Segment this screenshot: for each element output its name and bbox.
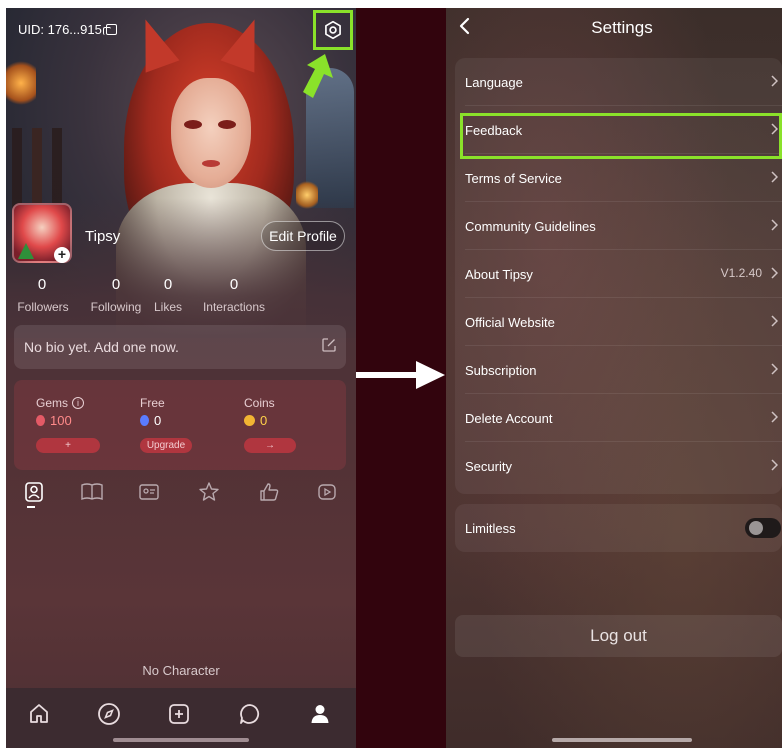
stat-label: Followers: [17, 300, 69, 314]
settings-item-label: Community Guidelines: [465, 218, 596, 234]
bio-placeholder: No bio yet. Add one now.: [24, 339, 179, 355]
feedback-highlight-box: [460, 113, 782, 159]
free-column: Free 0: [140, 396, 165, 428]
person-icon[interactable]: [24, 482, 44, 502]
home-indicator: [552, 738, 692, 742]
id-card-icon[interactable]: [139, 482, 159, 502]
settings-item-official-website[interactable]: Official Website: [455, 298, 782, 346]
add-avatar-icon[interactable]: +: [54, 247, 70, 263]
edit-profile-button[interactable]: Edit Profile: [261, 221, 345, 251]
version-text: V1.2.40: [720, 266, 762, 280]
settings-item-label: Terms of Service: [465, 170, 562, 186]
compass-icon[interactable]: [97, 702, 121, 726]
empty-state-text: No Character: [142, 663, 220, 678]
stat-label: Following: [90, 300, 142, 314]
coins-column: Coins 0: [244, 396, 275, 428]
settings-header: Settings: [446, 8, 782, 48]
chevron-right-icon: [771, 315, 778, 327]
settings-item-security[interactable]: Security: [455, 442, 782, 490]
chevron-right-icon: [771, 411, 778, 423]
settings-item-subscription[interactable]: Subscription: [455, 346, 782, 394]
chevron-right-icon: [771, 267, 778, 279]
settings-gear-button[interactable]: [313, 10, 353, 50]
wallet-card: Gems i 100 + Free 0 Upgrade Coins 0 →: [14, 380, 346, 470]
settings-item-delete-account[interactable]: Delete Account: [455, 394, 782, 442]
free-value: 0: [154, 413, 162, 428]
profile-tabs: [6, 482, 356, 512]
info-icon[interactable]: i: [72, 397, 85, 409]
uid-row[interactable]: UID: 176...915: [18, 22, 117, 37]
stat-label: Likes: [153, 300, 182, 314]
chevron-right-icon: [771, 459, 778, 471]
limitless-label: Limitless: [465, 520, 516, 536]
coins-label: Coins: [244, 396, 275, 410]
settings-item-label: About Tipsy: [465, 266, 533, 282]
settings-item-label: Security: [465, 458, 512, 474]
star-hand-icon[interactable]: [199, 482, 219, 502]
chevron-right-icon: [771, 75, 778, 87]
buy-gems-button[interactable]: +: [36, 438, 100, 453]
upgrade-button[interactable]: Upgrade: [140, 438, 192, 453]
edit-icon[interactable]: [322, 338, 336, 352]
settings-item-label: Subscription: [465, 362, 537, 378]
settings-item-label: Official Website: [465, 314, 555, 330]
settings-item-terms-of-service[interactable]: Terms of Service: [455, 154, 782, 202]
chat-icon[interactable]: [238, 702, 262, 726]
gems-value: 100: [50, 413, 72, 428]
book-icon[interactable]: [81, 482, 103, 502]
settings-item-label: Language: [465, 74, 523, 90]
home-icon[interactable]: [27, 702, 51, 726]
thumbs-up-icon[interactable]: [259, 482, 279, 502]
gear-icon: [325, 20, 341, 40]
settings-screen: Settings Language Feedback Terms of Serv…: [446, 8, 782, 748]
transition-arrow-icon: [356, 361, 445, 389]
gems-column: Gems i 100: [36, 396, 85, 428]
settings-item-community-guidelines[interactable]: Community Guidelines: [455, 202, 782, 250]
stat-label: Interactions: [202, 300, 266, 314]
settings-item-language[interactable]: Language: [455, 58, 782, 106]
plus-square-icon[interactable]: [167, 702, 191, 726]
profile-icon[interactable]: [308, 702, 332, 726]
blue-gem-icon: [140, 415, 149, 426]
bottom-nav: [6, 688, 356, 748]
free-label: Free: [140, 396, 165, 410]
chevron-right-icon: [771, 171, 778, 183]
uid-text: UID: 176...915: [18, 22, 102, 37]
username: Tipsy: [85, 228, 121, 245]
copy-icon[interactable]: [102, 24, 117, 35]
page-title: Settings: [591, 18, 653, 37]
coins-value: 0: [260, 413, 268, 428]
profile-screen: UID: 176...915 + Tipsy Edit Profile 0 0 …: [6, 8, 356, 748]
limitless-toggle[interactable]: [745, 518, 781, 538]
gems-label: Gems: [36, 396, 69, 410]
coin-icon: [244, 415, 255, 426]
chevron-right-icon: [771, 363, 778, 375]
pointer-arrow-icon: [303, 54, 333, 98]
coins-arrow-button[interactable]: →: [244, 438, 296, 453]
home-indicator: [113, 738, 249, 742]
bio-field[interactable]: No bio yet. Add one now.: [14, 325, 346, 369]
video-icon[interactable]: [317, 482, 337, 502]
limitless-row: Limitless: [455, 504, 782, 552]
settings-item-label: Delete Account: [465, 410, 553, 426]
settings-item-about[interactable]: About Tipsy V1.2.40: [455, 250, 782, 298]
gem-icon: [36, 415, 45, 426]
active-tab-indicator: [27, 506, 35, 508]
chevron-right-icon: [771, 219, 778, 231]
logout-button[interactable]: Log out: [455, 615, 782, 657]
